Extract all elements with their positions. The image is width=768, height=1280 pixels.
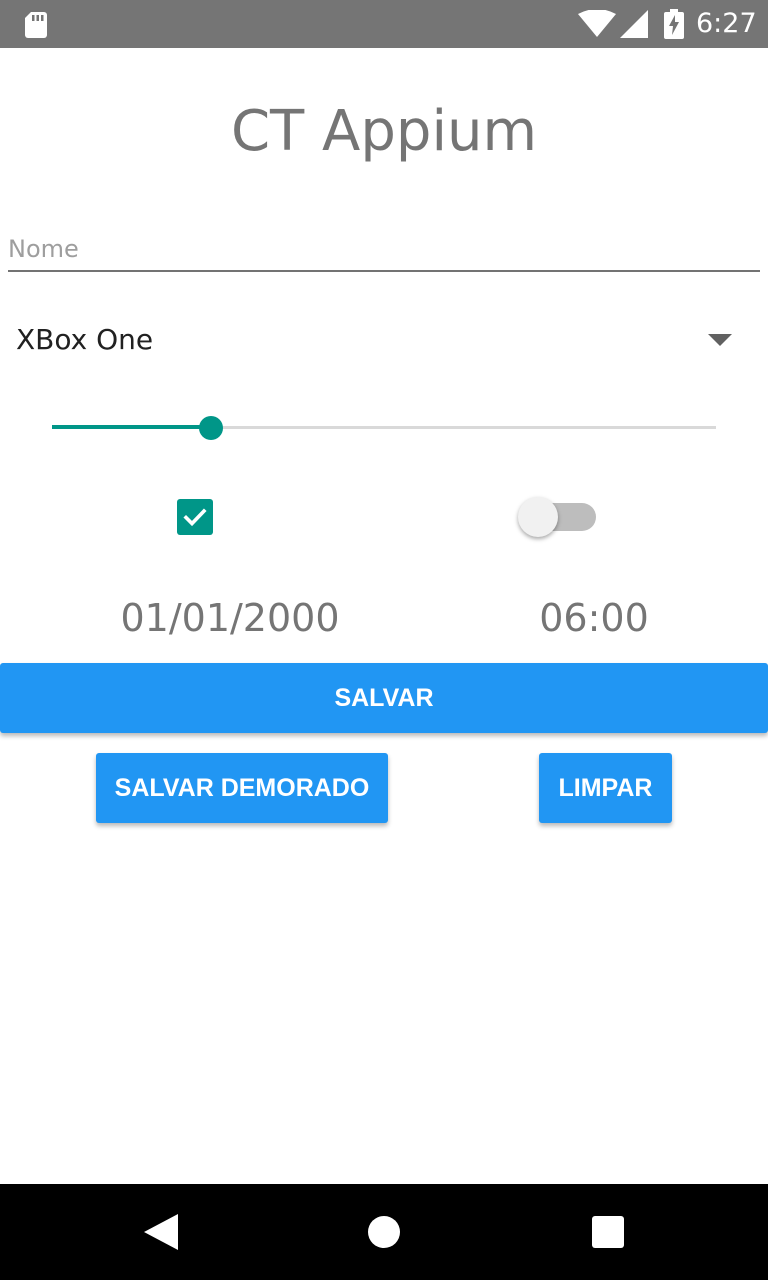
toggle-switch[interactable]	[518, 496, 598, 538]
status-bar: 6:27	[0, 0, 768, 48]
app-title: CT Appium	[230, 99, 538, 164]
cell-signal-icon	[620, 10, 648, 38]
checkbox[interactable]	[177, 499, 213, 535]
checkmark-icon	[183, 508, 207, 527]
name-input[interactable]	[8, 228, 760, 272]
save-delayed-button[interactable]: SALVAR DEMORADO	[96, 753, 388, 823]
recents-icon[interactable]	[592, 1216, 624, 1248]
wifi-icon	[578, 10, 616, 37]
battery-charging-icon	[664, 9, 684, 39]
seek-slider[interactable]	[52, 410, 716, 446]
slider-fill	[52, 425, 212, 429]
dropdown-arrow-icon	[708, 334, 732, 346]
save-button[interactable]: SALVAR	[0, 663, 768, 733]
slider-thumb[interactable]	[199, 416, 224, 440]
switch-thumb	[518, 497, 558, 537]
time-picker-text[interactable]: 06:00	[494, 594, 694, 642]
console-spinner-value: XBox One	[16, 323, 154, 356]
console-spinner[interactable]: XBox One	[0, 300, 768, 380]
clear-button[interactable]: LIMPAR	[539, 753, 672, 823]
home-icon[interactable]	[367, 1215, 401, 1249]
sd-card-icon	[25, 12, 47, 38]
date-picker-text[interactable]: 01/01/2000	[80, 594, 380, 642]
back-icon[interactable]	[144, 1214, 178, 1250]
status-clock: 6:27	[696, 8, 757, 39]
